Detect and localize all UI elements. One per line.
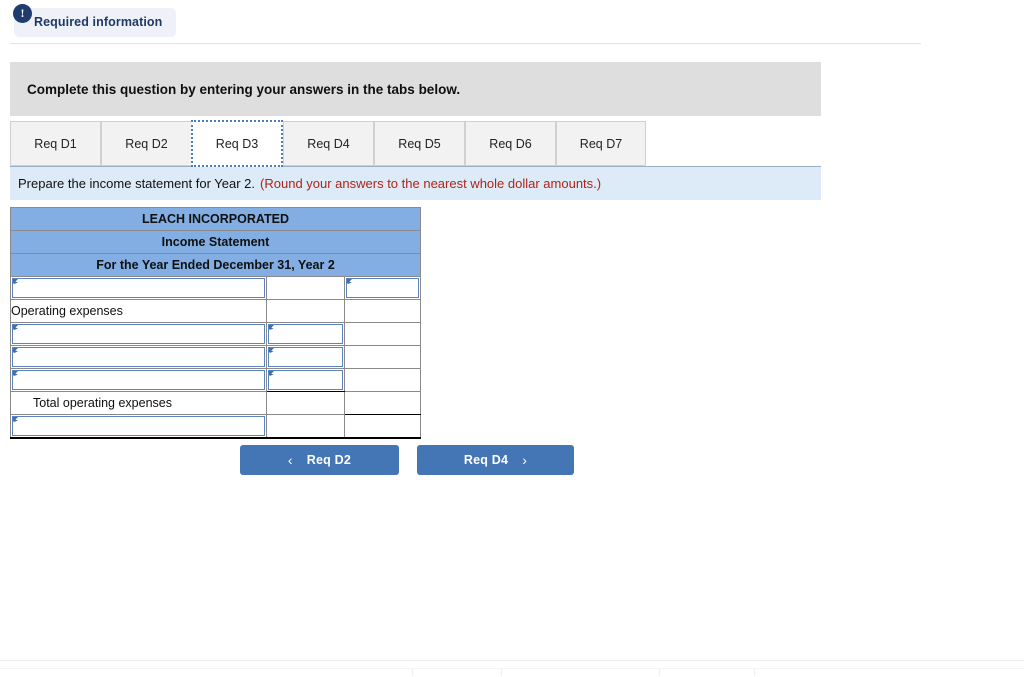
tab-req-d7[interactable]: Req D7 — [556, 121, 646, 166]
footer-divider — [0, 660, 1024, 661]
tab-label: Req D3 — [215, 136, 259, 151]
table-row-title: Income Statement — [10, 230, 421, 254]
table-row-period: For the Year Ended December 31, Year 2 — [10, 253, 421, 277]
tab-req-d6[interactable]: Req D6 — [465, 121, 556, 166]
statement-period-cell: For the Year Ended December 31, Year 2 — [10, 253, 421, 277]
operating-expenses-mid-cell — [265, 299, 345, 323]
expense-2-label-input[interactable] — [12, 347, 265, 367]
tab-req-d5[interactable]: Req D5 — [374, 121, 465, 166]
revenue-label-input[interactable] — [12, 278, 265, 298]
table-row-company: LEACH INCORPORATED — [10, 207, 421, 231]
tab-label: Req D2 — [125, 136, 168, 151]
instruction-text: Prepare the income statement for Year 2. — [18, 176, 256, 191]
question-header-text: Complete this question by entering your … — [27, 81, 461, 97]
footer-separator — [754, 669, 755, 676]
net-income-label-input[interactable] — [12, 416, 265, 436]
expense-2-amount-input[interactable] — [267, 347, 343, 367]
tab-label: Req D5 — [398, 136, 441, 151]
table-row — [10, 368, 422, 392]
table-row — [10, 276, 422, 300]
tab-req-d1[interactable]: Req D1 — [10, 121, 101, 166]
total-operating-expenses-mid-cell — [265, 391, 345, 415]
income-statement-table: LEACH INCORPORATED Income Statement For … — [10, 207, 422, 439]
chevron-left-icon: ‹ — [287, 452, 293, 468]
revenue-mid-cell — [265, 276, 345, 300]
footer-separator — [659, 669, 660, 676]
tab-label: Req D7 — [579, 136, 623, 151]
expense-1-amount-input-cell[interactable] — [265, 322, 345, 346]
tab-req-d4[interactable]: Req D4 — [283, 121, 374, 166]
operating-expenses-right-cell — [343, 299, 422, 323]
header-divider — [10, 43, 921, 44]
expense-2-amount-input-cell[interactable] — [265, 345, 345, 369]
next-requirement-button[interactable]: Req D4 › — [417, 445, 574, 475]
table-row — [10, 322, 422, 346]
instruction-note: (Round your answers to the nearest whole… — [260, 176, 602, 191]
net-income-mid-cell — [265, 414, 345, 439]
net-income-label-input-cell[interactable] — [10, 414, 267, 439]
required-information-label: Required information — [14, 8, 177, 37]
instruction-bar: Prepare the income statement for Year 2.… — [10, 167, 821, 200]
expense-3-label-input-cell[interactable] — [10, 368, 267, 392]
revenue-amount-input[interactable] — [345, 278, 419, 298]
footer-separator — [412, 669, 413, 676]
expense-3-label-input[interactable] — [12, 370, 265, 390]
expense-3-right-cell — [343, 368, 422, 392]
exclamation-icon: ! — [13, 4, 32, 23]
question-header-bar: Complete this question by entering your … — [10, 62, 821, 116]
total-operating-expenses-right-cell — [343, 391, 422, 415]
expense-2-right-cell — [343, 345, 422, 369]
tab-label: Req D6 — [489, 136, 532, 151]
expense-1-right-cell — [343, 322, 422, 346]
chevron-right-icon: › — [522, 452, 528, 468]
expense-1-amount-input[interactable] — [267, 324, 343, 344]
operating-expenses-label: Operating expenses — [10, 299, 267, 323]
table-row — [10, 345, 422, 369]
tab-req-d3[interactable]: Req D3 — [191, 120, 283, 167]
revenue-amount-input-cell[interactable] — [343, 276, 422, 300]
expense-1-label-input[interactable] — [12, 324, 265, 344]
table-row: Total operating expenses — [10, 391, 422, 415]
expense-2-label-input-cell[interactable] — [10, 345, 267, 369]
next-requirement-label: Req D4 — [463, 453, 509, 467]
expense-1-label-input-cell[interactable] — [10, 322, 267, 346]
prev-requirement-label: Req D2 — [306, 453, 352, 467]
footer-separator — [501, 669, 502, 676]
expense-3-amount-input[interactable] — [267, 370, 343, 390]
company-name-cell: LEACH INCORPORATED — [10, 207, 421, 231]
prev-requirement-button[interactable]: ‹ Req D2 — [240, 445, 399, 475]
table-row: Operating expenses — [10, 299, 422, 323]
statement-title-cell: Income Statement — [10, 230, 421, 254]
net-income-right-cell — [343, 414, 422, 439]
revenue-label-input-cell[interactable] — [10, 276, 267, 300]
expense-3-amount-input-cell[interactable] — [265, 368, 345, 392]
tab-req-d2[interactable]: Req D2 — [101, 121, 192, 166]
table-row — [10, 414, 422, 439]
total-operating-expenses-label: Total operating expenses — [10, 391, 267, 415]
required-information-banner: ! Required information — [13, 4, 177, 37]
tab-label: Req D1 — [34, 136, 77, 151]
tab-label: Req D4 — [307, 136, 350, 151]
